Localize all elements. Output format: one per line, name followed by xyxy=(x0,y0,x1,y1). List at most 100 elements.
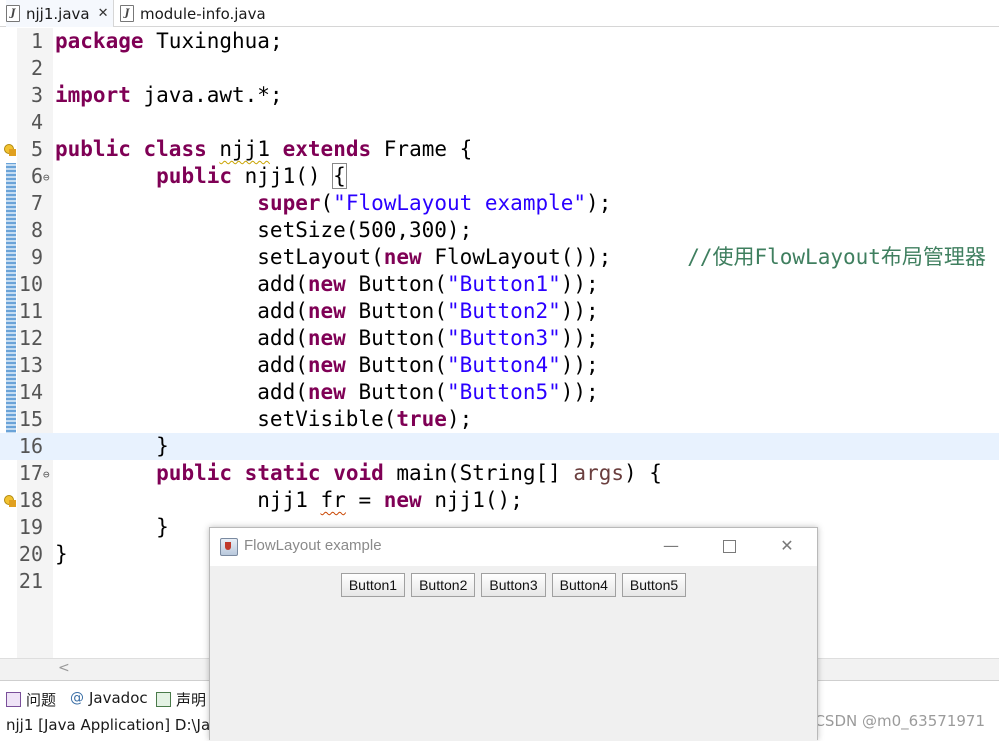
line-number: 19 xyxy=(18,515,43,539)
code-text: super("FlowLayout example"); xyxy=(55,190,611,217)
scroll-left-icon[interactable]: < xyxy=(58,660,70,676)
code-token: setSize(500,300); xyxy=(55,218,473,242)
code-line[interactable]: 11 add(new Button("Button2")); xyxy=(0,298,999,325)
line-number: 11 xyxy=(18,299,43,323)
window-titlebar[interactable]: FlowLayout example — ✕ xyxy=(210,528,817,566)
code-line[interactable]: 12 add(new Button("Button3")); xyxy=(0,325,999,352)
tab-module-info-java[interactable]: J module-info.java xyxy=(120,0,280,27)
code-token: Button( xyxy=(345,326,447,350)
code-line[interactable]: 8 setSize(500,300); xyxy=(0,217,999,244)
close-icon[interactable]: ✕ xyxy=(98,6,109,21)
code-text: } xyxy=(55,433,169,460)
button-5[interactable]: Button5 xyxy=(621,573,687,597)
line-number: 17 xyxy=(18,461,43,485)
code-token: add( xyxy=(55,299,308,323)
code-line[interactable]: 3 import java.awt.*; xyxy=(0,82,999,109)
code-token: java.awt.*; xyxy=(130,83,283,107)
line-number: 5 xyxy=(30,137,43,161)
tab-label: 声明 xyxy=(176,691,207,709)
code-line[interactable]: 16 } xyxy=(0,433,999,460)
code-token: add( xyxy=(55,380,308,404)
console-status: njj1 [Java Application] D:\Jav xyxy=(6,716,220,734)
code-token: setLayout( xyxy=(55,245,384,269)
line-number: 14 xyxy=(18,380,43,404)
code-token: "Button3" xyxy=(446,326,561,350)
code-token: Button( xyxy=(345,353,447,377)
code-token: ); xyxy=(446,407,473,431)
maximize-button[interactable] xyxy=(714,534,744,558)
code-token: public xyxy=(156,461,233,485)
code-token: )); xyxy=(560,353,599,377)
declaration-icon xyxy=(156,692,171,707)
code-text: import java.awt.*; xyxy=(55,82,283,109)
line-number: 18 xyxy=(18,488,43,512)
code-line[interactable]: 13 add(new Button("Button4")); xyxy=(0,352,999,379)
line-number: 13 xyxy=(18,353,43,377)
fold-icon[interactable]: ⊖ xyxy=(43,164,50,191)
code-text: add(new Button("Button4")); xyxy=(55,352,599,379)
tab-problems[interactable]: 问题 xyxy=(6,689,56,710)
code-token: "Button1" xyxy=(446,272,561,296)
maximize-icon xyxy=(722,540,736,553)
code-line[interactable]: 17 ⊖ public static void main(String[] arg… xyxy=(0,460,999,487)
button-1[interactable]: Button1 xyxy=(340,573,406,597)
line-number: 20 xyxy=(18,542,43,566)
line-number: 15 xyxy=(18,407,43,431)
awt-frame-window[interactable]: FlowLayout example — ✕ Button1 Button2 B… xyxy=(209,527,818,741)
code-text: public njj1() { xyxy=(55,163,347,190)
code-token: )); xyxy=(560,326,599,350)
code-line[interactable]: 1 package Tuxinghua; xyxy=(0,28,999,55)
button-3[interactable]: Button3 xyxy=(481,573,546,597)
code-token: Button( xyxy=(345,299,447,323)
line-number: 8 xyxy=(30,218,43,242)
code-token: Button( xyxy=(345,380,447,404)
code-line[interactable]: 7 super("FlowLayout example"); xyxy=(0,190,999,217)
code-token: new xyxy=(307,272,346,296)
code-token: args xyxy=(573,461,624,485)
button-2[interactable]: Button2 xyxy=(411,573,476,597)
line-number: 2 xyxy=(30,56,43,80)
code-text: setLayout(new FlowLayout()); //使用FlowLay… xyxy=(55,244,986,271)
code-line[interactable]: 14 add(new Button("Button5")); xyxy=(0,379,999,406)
code-token: new xyxy=(383,245,422,269)
code-text: package Tuxinghua; xyxy=(55,28,283,55)
code-token: "Button5" xyxy=(446,380,561,404)
code-token: new xyxy=(307,326,346,350)
code-line[interactable]: 9 setLayout(new FlowLayout()); //使用FlowL… xyxy=(0,244,999,271)
tab-njj1-java[interactable]: J njj1.java ✕ xyxy=(6,0,114,27)
button-4[interactable]: Button4 xyxy=(551,573,616,597)
code-token: class xyxy=(143,137,207,161)
close-button[interactable]: ✕ xyxy=(772,534,802,558)
code-token: ( xyxy=(320,191,334,215)
code-line[interactable]: 18 njj1 fr = new njj1(); xyxy=(0,487,999,514)
code-token: package xyxy=(55,29,144,53)
line-number: 12 xyxy=(18,326,43,350)
code-line[interactable]: 5 public class njj1 extends Frame { xyxy=(0,136,999,163)
code-token: setVisible( xyxy=(55,407,397,431)
tab-javadoc[interactable]: @ Javadoc xyxy=(70,689,148,707)
minimize-button[interactable]: — xyxy=(656,534,686,558)
code-line[interactable]: 15 setVisible(true); xyxy=(0,406,999,433)
code-line[interactable]: 10 add(new Button("Button1")); xyxy=(0,271,999,298)
code-token: main(String[] xyxy=(383,461,574,485)
tab-label: njj1.java xyxy=(26,4,90,23)
code-line[interactable]: 2 xyxy=(0,55,999,82)
code-token: njj1() xyxy=(232,164,334,188)
code-line[interactable]: 6 ⊖ public njj1() { xyxy=(0,163,999,190)
code-text: public static void main(String[] args) { xyxy=(55,460,662,487)
code-text: } xyxy=(55,541,68,568)
code-token: ) { xyxy=(624,461,662,485)
code-text: add(new Button("Button5")); xyxy=(55,379,598,406)
code-token: "Button4" xyxy=(446,353,561,377)
fold-icon[interactable]: ⊖ xyxy=(43,461,50,488)
code-line[interactable]: 4 xyxy=(0,109,999,136)
code-text: setSize(500,300); xyxy=(55,217,472,244)
code-text: } xyxy=(55,514,169,541)
tab-declaration[interactable]: 声明 xyxy=(156,689,206,710)
